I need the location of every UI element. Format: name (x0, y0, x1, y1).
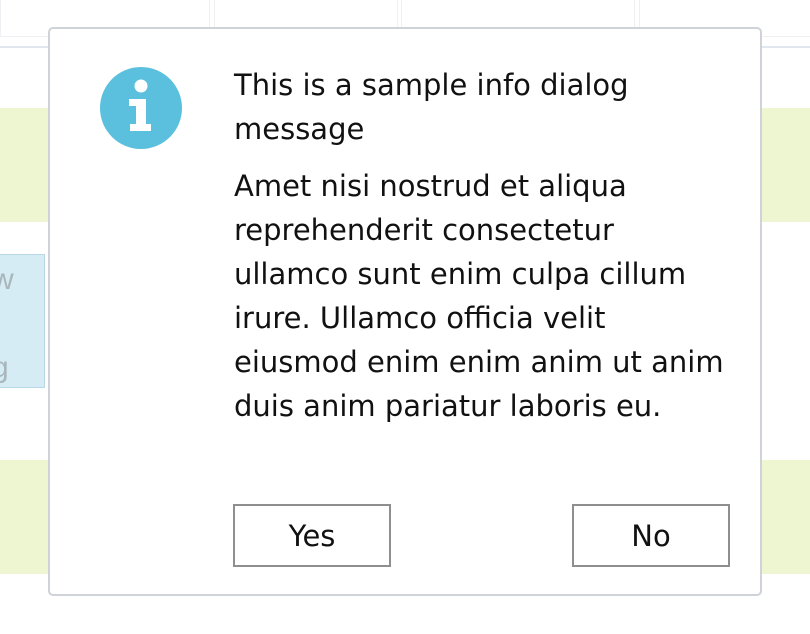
dialog-message: Amet nisi nostrud et aliqua reprehenderi… (234, 169, 724, 423)
no-button[interactable]: No (572, 504, 730, 567)
yes-button[interactable]: Yes (233, 504, 391, 567)
background-card-text: w (0, 265, 14, 295)
info-icon (100, 67, 182, 149)
dialog-title: This is a sample info dialog message (234, 68, 629, 146)
info-dialog: This is a sample info dialog message Ame… (48, 27, 762, 596)
background-card-text: g (0, 353, 9, 383)
background-card: w g (0, 254, 45, 388)
